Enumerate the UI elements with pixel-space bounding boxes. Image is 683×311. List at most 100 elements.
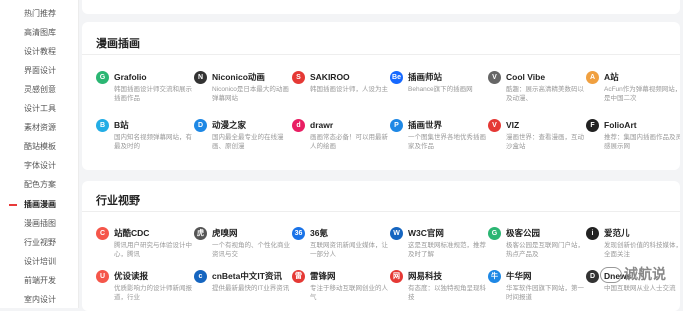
site-item[interactable]: P 插画世界一个图集世界各地优秀插画家及作品 <box>390 119 486 159</box>
site-item[interactable]: U 优设读报 优质影响力的设计师新闻报道，行业 <box>96 270 192 310</box>
site-item[interactable]: d drawr 画画常态必备！可以用最新人的绘画 <box>292 119 388 159</box>
sidebar-item-comics[interactable]: 漫画插图 <box>0 216 78 232</box>
site-logo-icon: 36 <box>292 227 305 240</box>
watermark: 诚航说 <box>600 264 680 286</box>
site-name: SAKIROO <box>310 72 350 82</box>
site-item[interactable]: 网网易科技 有态度：以独特视角呈现科技 <box>390 270 486 310</box>
site-item[interactable]: G Grafolio 韩国插画设计师交流和展示插画作品 <box>96 71 192 111</box>
site-description: 国内最全最专业的在线漫画、原创漫 <box>212 134 284 150</box>
site-logo-icon: C <box>96 227 109 240</box>
site-logo-icon: 网 <box>390 270 403 283</box>
site-logo-icon: 牛 <box>488 270 501 283</box>
sidebar-item-label: 酷站模板 <box>24 142 56 151</box>
sidebar-item-label: 室内设计 <box>24 295 56 304</box>
site-item[interactable]: C 站酷CDC 腾讯用户研究与体验设计中心，腾讯 <box>96 227 192 267</box>
site-description: 极客公园是互联网门户站，热点产品及 <box>506 242 584 258</box>
site-description: 中国互联网从业人士交流 <box>604 285 676 292</box>
sidebar-item-label: 行业视野 <box>24 238 56 247</box>
site-description: 华军软件园旗下网站，第一时间报道 <box>506 285 584 301</box>
sidebar-item-tutorial[interactable]: 设计教程 <box>0 44 78 60</box>
sidebar-item-label: 配色方案 <box>24 180 56 189</box>
site-description: 酷趣：展示高清精美数码以及动漫、 <box>506 86 584 102</box>
sidebar-item-fonts[interactable]: 字体设计 <box>0 158 78 174</box>
section-illustration: 漫画插画 G Grafolio 韩国插画设计师交流和展示插画作品 N Niconico动… <box>82 22 680 170</box>
sidebar-item-templates[interactable]: 酷站模板 <box>0 139 78 155</box>
site-logo-icon: F <box>586 119 599 132</box>
sidebar-item-resources[interactable]: 素材资源 <box>0 120 78 136</box>
site-name: FolioArt <box>604 120 637 130</box>
site-item[interactable]: W W3C官网 这是互联网标准规范，推荐及时了解 <box>390 227 486 267</box>
site-name: W3C官网 <box>408 228 444 238</box>
sidebar-item-label: 前端开发 <box>24 276 56 285</box>
sidebar-item-hot[interactable]: 热门推荐 <box>0 6 78 22</box>
site-name: cnBeta中文IT资讯 <box>212 271 282 281</box>
site-item[interactable]: B B站 国内知名视频弹幕网站，有最及时的 <box>96 119 192 159</box>
site-item[interactable]: 牛牛华网 华军软件园旗下网站，第一时间报道 <box>488 270 584 310</box>
site-description: 一个图集世界各地优秀插画家及作品 <box>408 134 486 150</box>
site-item[interactable]: i 爱范儿 发现创新价值的科技媒体，全面关注 <box>586 227 680 267</box>
site-logo-icon: V <box>488 119 501 132</box>
sidebar-item-frontend[interactable]: 前端开发 <box>0 273 78 289</box>
site-item[interactable]: 虎虎嗅网 一个有视角的、个性化商业资讯与交 <box>194 227 290 267</box>
site-item[interactable]: Be 插画师站 Behance旗下的插画网 <box>390 71 485 111</box>
sidebar-item-ui[interactable]: 界面设计 <box>0 63 78 79</box>
sidebar-item-interior[interactable]: 室内设计 <box>0 292 78 308</box>
site-description: 互联网资讯新闻业媒体，让一部分人 <box>310 242 388 258</box>
site-description: 腾讯用户研究与体验设计中心，腾讯 <box>114 242 192 258</box>
site-item[interactable]: D 动漫之家国内最全最专业的在线漫画、原创漫 <box>194 119 289 159</box>
site-item[interactable]: N Niconico动画 Niconico是日本最大的动画弹幕网站 <box>194 71 289 111</box>
site-item[interactable]: A A站 AcFun作为弹幕视频网站，是中国二次 <box>586 71 680 111</box>
site-description: 这是互联网标准规范，推荐及时了解 <box>408 242 486 258</box>
sidebar-item-label: 设计教程 <box>24 47 56 56</box>
site-logo-icon: A <box>586 71 599 84</box>
site-item[interactable]: V VIZ 漫画世界：查看漫画，互动沙盒站 <box>488 119 584 159</box>
site-item[interactable]: S SAKIROO 韩国插画设计师，人设为主 <box>292 71 388 111</box>
watermark-text: 诚航说 <box>624 266 666 282</box>
site-name: Cool Vibe <box>506 72 546 82</box>
site-name: Grafolio <box>114 72 147 82</box>
site-item[interactable]: c cnBeta中文IT资讯 提供最新最快的IT业界资讯 <box>194 270 289 310</box>
sidebar-item-label: 漫画插图 <box>24 219 56 228</box>
site-item[interactable]: G 极客公园 极客公园是互联网门户站，热点产品及 <box>488 227 584 267</box>
sidebar-item-label: 字体设计 <box>24 161 56 170</box>
site-name: VIZ <box>506 120 520 130</box>
site-logo-icon: P <box>390 119 403 132</box>
site-logo-icon: B <box>96 119 109 132</box>
site-item[interactable]: 36 36氪 互联网资讯新闻业媒体，让一部分人 <box>292 227 388 267</box>
site-item[interactable]: F FolioArt 推荐：集国内插画作品及灵感展示网 <box>586 119 680 159</box>
site-name: 站酷CDC <box>114 228 150 238</box>
sidebar-item-colors[interactable]: 配色方案 <box>0 177 78 193</box>
site-description: 画画常态必备！可以用最新人的绘画 <box>310 134 388 150</box>
site-name: 动漫之家 <box>212 120 247 130</box>
sidebar-item-inspiration[interactable]: 灵感创意 <box>0 82 78 98</box>
sidebar-item-industry[interactable]: 行业视野 <box>0 235 78 251</box>
sidebar-item-training[interactable]: 设计培训 <box>0 254 78 270</box>
site-description: 优质影响力的设计师新闻报道，行业 <box>114 285 192 301</box>
sidebar-item-label: 界面设计 <box>24 66 56 75</box>
site-description: 提供最新最快的IT业界资讯 <box>212 285 290 292</box>
sidebar-item-tools[interactable]: 设计工具 <box>0 101 78 117</box>
sidebar-item-label: 设计培训 <box>24 257 56 266</box>
site-logo-icon: D <box>194 119 207 132</box>
site-description: 发现创新价值的科技媒体，全面关注 <box>604 242 680 258</box>
sidebar-item-label: 素材资源 <box>24 123 56 132</box>
site-logo-icon: V <box>488 71 501 84</box>
wechat-icon <box>600 267 622 283</box>
section-divider <box>82 211 680 212</box>
previous-section-card <box>82 0 680 14</box>
site-name: 爱范儿 <box>604 228 630 238</box>
site-description: AcFun作为弹幕视频网站，是中国二次 <box>604 86 680 102</box>
site-description: Behance旗下的插画网 <box>408 86 473 93</box>
site-logo-icon: U <box>96 270 109 283</box>
site-item[interactable]: V Cool Vibe 酷趣：展示高清精美数码以及动漫、 <box>488 71 584 111</box>
site-logo-icon: S <box>292 71 305 84</box>
site-name: 插画世界 <box>408 120 443 130</box>
active-indicator <box>9 204 17 206</box>
site-item[interactable]: 雷雷锋网 专注于移动互联网创业的人气 <box>292 270 388 310</box>
sidebar-item-gallery[interactable]: 高清图库 <box>0 25 78 41</box>
section-industry: 行业视野 C 站酷CDC 腾讯用户研究与体验设计中心，腾讯虎虎嗅网 一个有视角的、个性… <box>82 181 680 311</box>
site-description: 有态度：以独特视角呈现科技 <box>408 285 486 301</box>
site-description: 韩国插画设计师交流和展示插画作品 <box>114 86 192 102</box>
sidebar: 热门推荐 高清图库 设计教程 界面设计 灵感创意 设计工具 素材资源 酷站模板 … <box>0 0 79 308</box>
sidebar-item-illustration[interactable]: 插画漫画 <box>0 197 78 213</box>
